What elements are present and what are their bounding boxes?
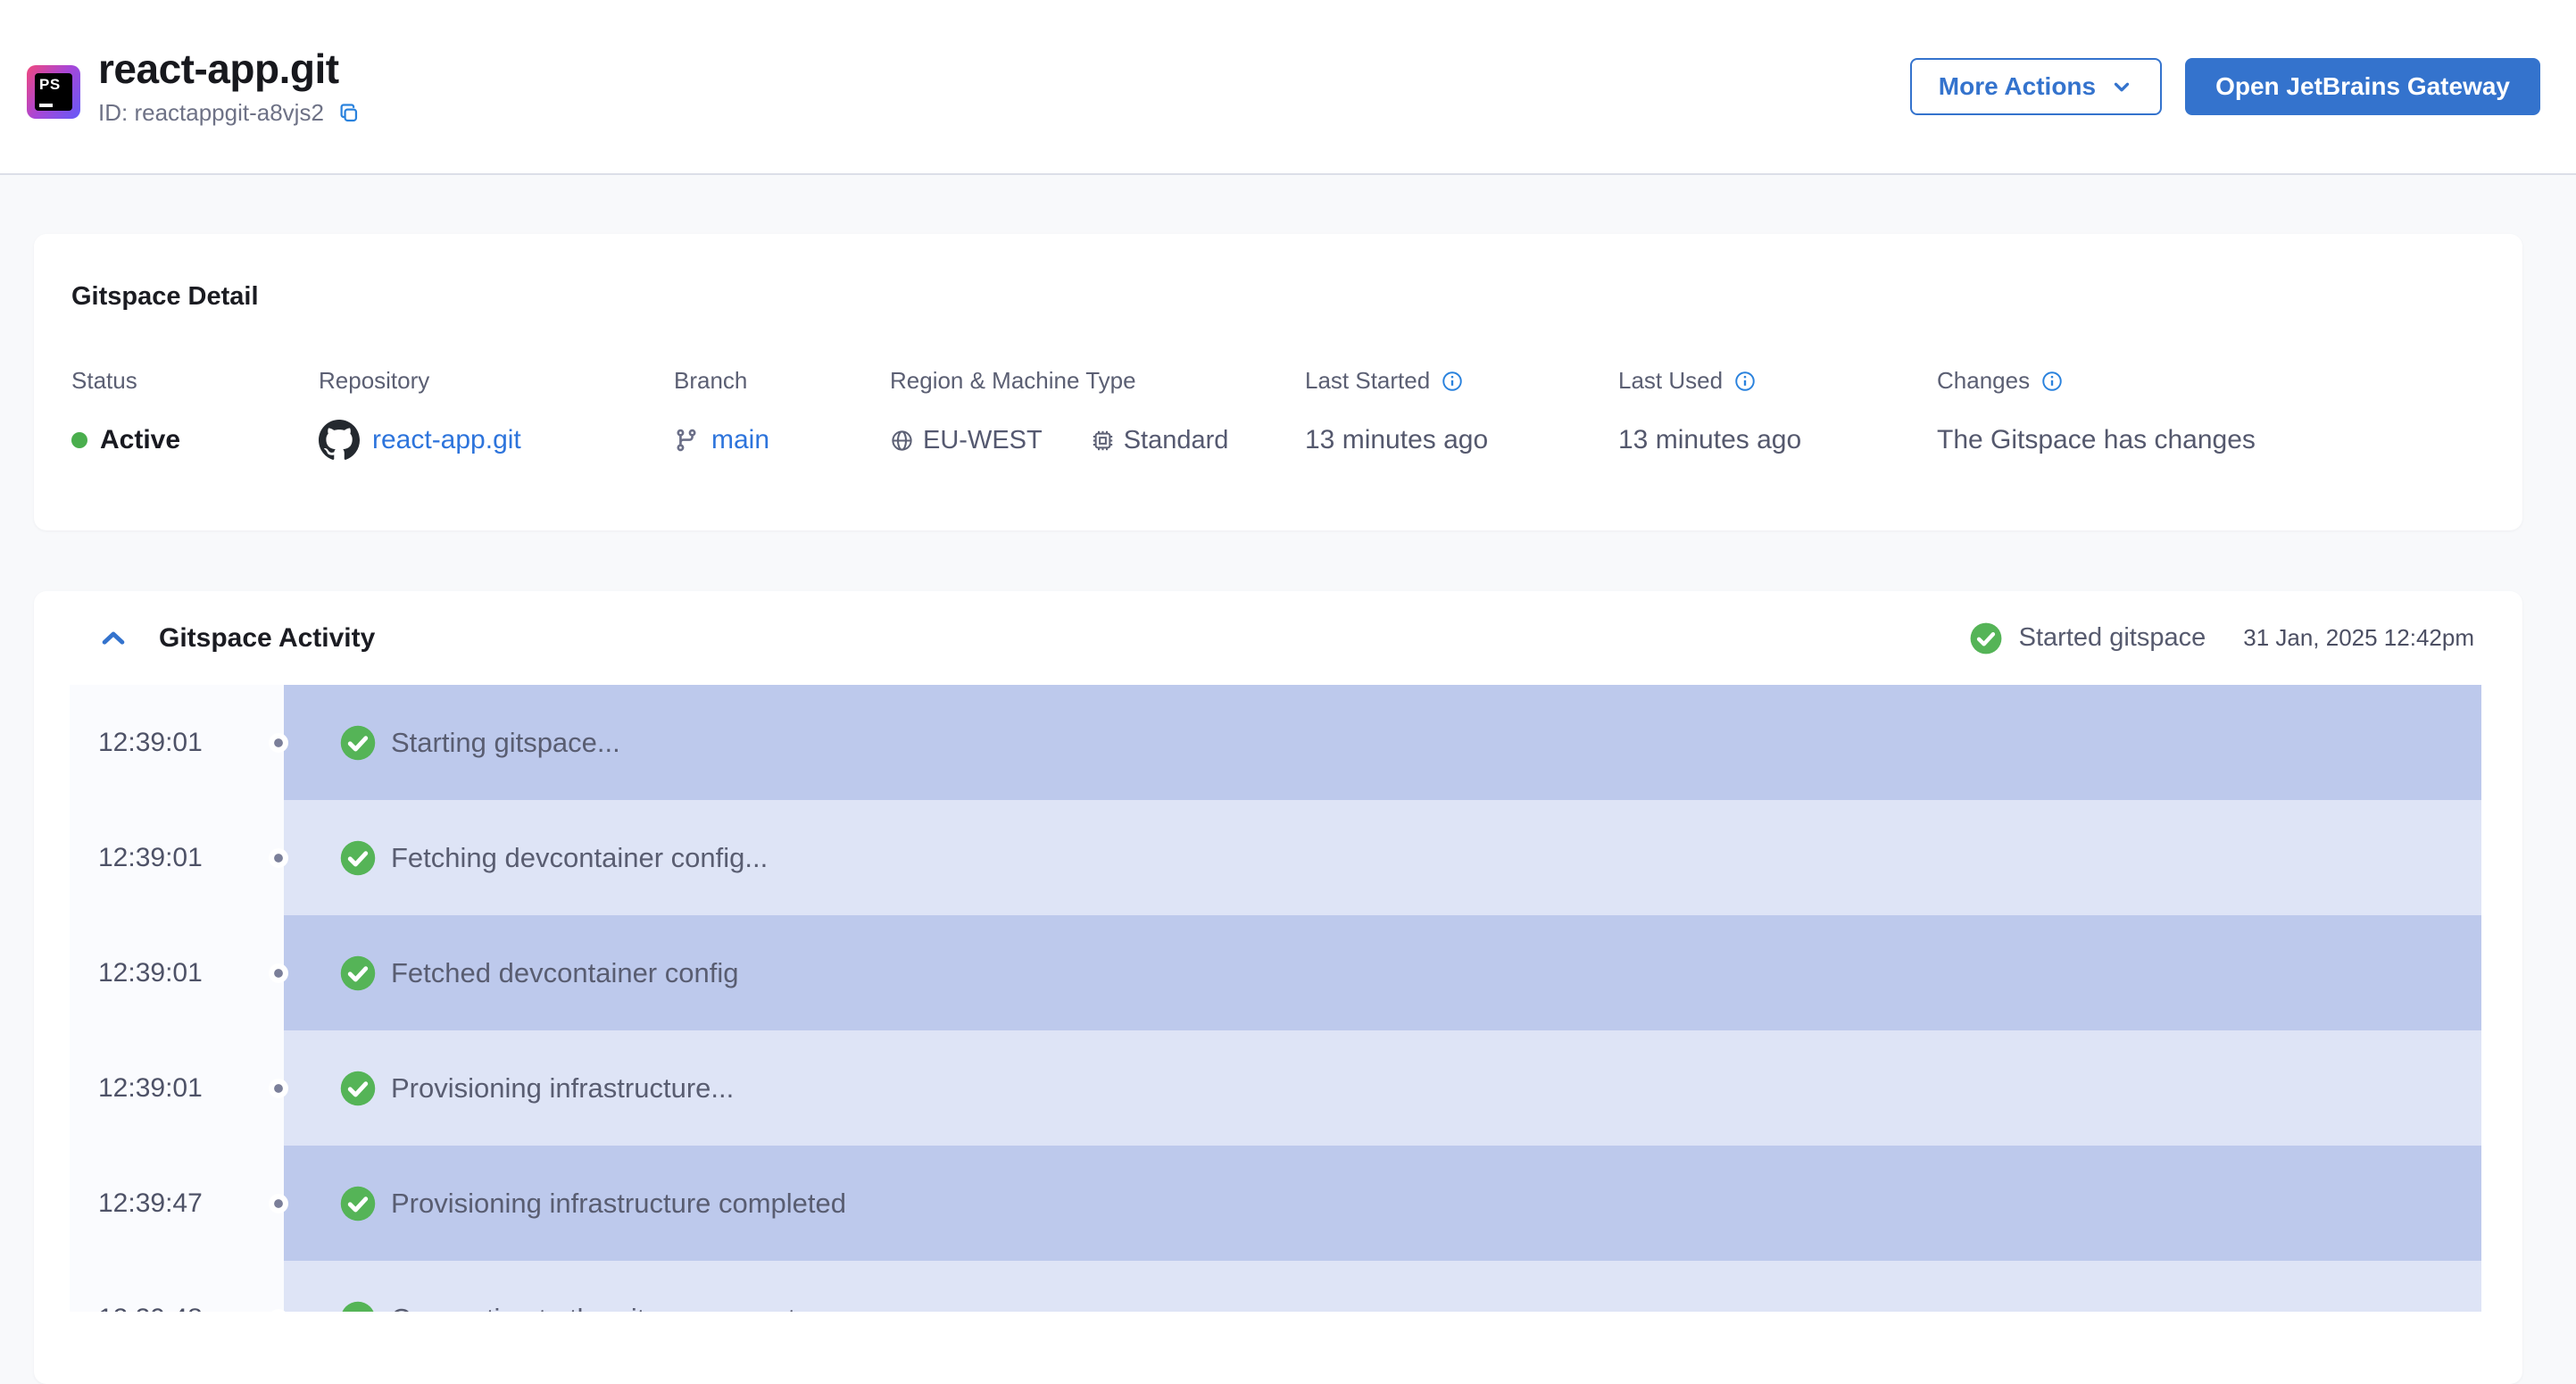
branch-label: Branch — [674, 367, 748, 394]
check-circle-icon — [339, 1300, 377, 1312]
machine-type-value: Standard — [1123, 425, 1229, 454]
timeline-dot-icon — [269, 963, 288, 983]
field-region-machine: Region & Machine Type EU-WEST Standard — [890, 367, 1305, 463]
last-started-label: Last Started — [1305, 367, 1431, 394]
info-icon[interactable] — [1441, 370, 1464, 393]
event-message: Fetched devcontainer config — [391, 956, 739, 988]
event-message-cell: Connecting to the gitspace agent... — [269, 1261, 2481, 1313]
event-message: Connecting to the gitspace agent... — [391, 1303, 819, 1313]
activity-header: Gitspace Activity Started gitspace 31 Ja… — [34, 591, 2522, 685]
last-used-value: 13 minutes ago — [1618, 425, 1802, 454]
event-time: 12:39:01 — [70, 915, 284, 1030]
open-jetbrains-gateway-button[interactable]: Open JetBrains Gateway — [2185, 58, 2540, 115]
changes-label: Changes — [1937, 367, 2031, 394]
gitspace-id: ID: reactappgit-a8vjs2 — [98, 98, 324, 126]
phpstorm-logo-icon: PS — [27, 65, 80, 119]
event-message-cell: Fetched devcontainer config — [269, 915, 2481, 1030]
page-header: PS react-app.git ID: reactappgit-a8vjs2 — [0, 0, 2576, 175]
gitspace-detail-card: Gitspace Detail Status Active Repository — [34, 234, 2522, 530]
last-used-label: Last Used — [1618, 367, 1724, 394]
event-time: 12:39:47 — [70, 1146, 284, 1261]
globe-icon — [890, 429, 914, 453]
changes-value: The Gitspace has changes — [1937, 425, 2256, 454]
timeline-dot-icon — [269, 732, 288, 753]
event-message-cell: Fetching devcontainer config... — [269, 800, 2481, 915]
field-changes: Changes The Gitspace has changes — [1937, 367, 2483, 463]
activity-log-row: 12:39:01 Fetched devcontainer config — [70, 915, 2481, 1030]
event-time: 12:39:01 — [70, 1030, 284, 1146]
copy-icon — [337, 101, 361, 125]
status-badge: Active — [71, 418, 319, 463]
status-dot-icon — [71, 432, 87, 448]
activity-log-row: 12:39:47 Provisioning infrastructure com… — [70, 1146, 2481, 1261]
activity-log-row: 12:39:01 Starting gitspace... — [70, 685, 2481, 800]
event-message: Provisioning infrastructure... — [391, 1071, 735, 1104]
event-message: Provisioning infrastructure completed — [391, 1187, 847, 1219]
event-message-cell: Provisioning infrastructure... — [269, 1030, 2481, 1146]
field-branch: Branch main — [674, 367, 890, 463]
activity-status: Started gitspace 31 Jan, 2025 12:42pm — [1969, 621, 2474, 655]
field-repository: Repository react-app.git — [319, 367, 674, 463]
field-status: Status Active — [71, 367, 319, 463]
copy-id-button[interactable] — [337, 101, 361, 125]
status-label: Status — [71, 367, 137, 394]
field-last-used: Last Used 13 minutes ago — [1618, 367, 1937, 463]
phpstorm-logo-inner: PS — [35, 73, 72, 111]
github-icon — [319, 420, 360, 461]
info-icon[interactable] — [2040, 370, 2064, 393]
check-circle-icon — [1969, 621, 2003, 655]
timeline-dot-icon — [269, 1078, 288, 1098]
region-machine-label: Region & Machine Type — [890, 367, 1136, 394]
activity-card-title: Gitspace Activity — [159, 622, 376, 653]
event-time: 12:39:01 — [70, 800, 284, 915]
timeline-dot-icon — [269, 847, 288, 868]
field-last-started: Last Started 13 minutes ago — [1305, 367, 1618, 463]
info-icon[interactable] — [1733, 370, 1757, 393]
activity-log-row: 12:39:01 Fetching devcontainer config... — [70, 800, 2481, 915]
event-message-cell: Starting gitspace... — [269, 685, 2481, 800]
timeline-dot-icon — [269, 1193, 288, 1213]
collapse-activity-button[interactable] — [98, 623, 129, 654]
branch-link[interactable]: main — [711, 425, 769, 455]
check-circle-icon — [339, 1070, 377, 1107]
activity-status-date: 31 Jan, 2025 12:42pm — [2243, 624, 2474, 651]
activity-log-row: 12:39:01 Provisioning infrastructure... — [70, 1030, 2481, 1146]
detail-card-title: Gitspace Detail — [71, 282, 259, 311]
activity-status-label: Started gitspace — [2018, 623, 2206, 652]
activity-log-row: 12:39:48 Connecting to the gitspace agen… — [70, 1261, 2481, 1312]
page-content: Gitspace Detail Status Active Repository — [0, 175, 2576, 1384]
gitspace-identity: PS react-app.git ID: reactappgit-a8vjs2 — [27, 46, 361, 127]
event-message: Starting gitspace... — [391, 726, 620, 758]
more-actions-button[interactable]: More Actions — [1909, 58, 2163, 115]
activity-log[interactable]: 12:39:01 Starting gitspace... 12:39:01 F… — [70, 685, 2481, 1312]
chevron-down-icon — [2110, 75, 2133, 98]
repository-label: Repository — [319, 367, 430, 394]
last-started-value: 13 minutes ago — [1305, 425, 1489, 454]
check-circle-icon — [339, 724, 377, 762]
check-circle-icon — [339, 839, 377, 877]
repository-link[interactable]: react-app.git — [372, 425, 521, 455]
page-title: react-app.git — [98, 46, 339, 93]
git-branch-icon — [674, 428, 699, 453]
event-time: 12:39:01 — [70, 685, 284, 800]
event-time: 12:39:48 — [70, 1261, 284, 1312]
region-value: EU-WEST — [923, 425, 1043, 454]
event-message-cell: Provisioning infrastructure completed — [269, 1146, 2481, 1261]
chevron-up-icon — [98, 623, 129, 654]
check-circle-icon — [339, 1185, 377, 1222]
machine-chip-icon — [1091, 429, 1115, 453]
event-message: Fetching devcontainer config... — [391, 841, 769, 873]
check-circle-icon — [339, 955, 377, 992]
gitspace-activity-card: Gitspace Activity Started gitspace 31 Ja… — [34, 591, 2522, 1384]
